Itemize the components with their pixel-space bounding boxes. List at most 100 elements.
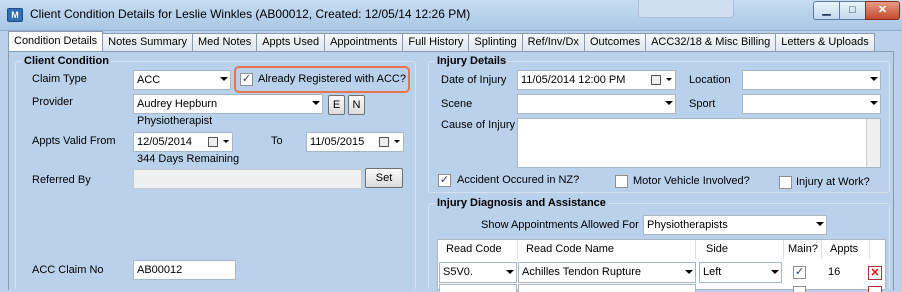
injury-at-work-checkbox[interactable] (779, 176, 792, 189)
acc-claim-no-label: ACC Claim No (32, 264, 104, 276)
new-row-main-checkbox[interactable] (793, 286, 806, 292)
tab-med-notes[interactable]: Med Notes (192, 33, 258, 51)
chevron-down-icon (220, 77, 228, 81)
calendar-icon (208, 137, 218, 147)
tab-acc-billing[interactable]: ACC32/18 & Misc Billing (645, 33, 777, 51)
provider-edit-button[interactable]: E (328, 95, 345, 115)
motor-vehicle-label: Motor Vehicle Involved? (633, 175, 750, 187)
provider-select[interactable]: Audrey Hepburn (133, 94, 323, 114)
calendar-icon (651, 75, 661, 85)
scene-select[interactable] (517, 94, 676, 114)
provider-new-button[interactable]: N (348, 95, 365, 115)
show-appts-select[interactable]: Physiotherapists (643, 215, 827, 235)
acc-claim-no-field[interactable]: AB00012 (133, 260, 236, 280)
delete-row-icon[interactable]: ✕ (868, 266, 882, 280)
tab-condition-details[interactable]: Condition Details (8, 31, 104, 51)
date-of-injury-field[interactable]: 11/05/2014 12:00 PM (517, 70, 676, 90)
show-appts-label: Show Appointments Allowed For (481, 219, 639, 231)
row-read-code-name-select[interactable]: Achilles Tendon Rupture (518, 262, 696, 283)
tab-notes-summary[interactable]: Notes Summary (102, 33, 194, 51)
date-of-injury-label: Date of Injury (441, 74, 507, 86)
diagnosis-grid: Read Code Read Code Name Side Main? Appt… (437, 239, 886, 292)
appts-valid-from-value: 12/05/2014 (137, 136, 193, 148)
delete-new-row-icon[interactable] (868, 286, 882, 292)
row-side: Left (703, 266, 722, 278)
provider-role: Physiotherapist (137, 115, 213, 127)
calendar-icon (379, 137, 389, 147)
tab-strip: Condition Details Notes Summary Med Note… (8, 31, 875, 51)
chevron-down-icon (665, 101, 673, 105)
maximize-button[interactable]: □ (839, 1, 866, 20)
chevron-down-icon (870, 101, 878, 105)
show-appts-value: Physiotherapists (647, 219, 728, 231)
injury-at-work-label: Injury at Work? (796, 176, 870, 188)
close-button[interactable]: ✕ (865, 1, 900, 20)
row-read-code: S5V0. (443, 266, 473, 278)
row-appts-value: 16 (828, 266, 841, 278)
claim-type-select[interactable]: ACC (133, 70, 231, 90)
row-read-code-select[interactable]: S5V0. (439, 262, 517, 283)
chevron-down-icon (312, 101, 320, 105)
appts-valid-from-date[interactable]: 12/05/2014 (133, 132, 233, 152)
row-side-select[interactable]: Left (699, 262, 782, 283)
tab-splinting[interactable]: Splinting (468, 33, 523, 51)
sport-select[interactable] (742, 94, 881, 114)
motor-vehicle-checkbox[interactable] (615, 175, 628, 188)
appts-valid-from-label: Appts Valid From (32, 135, 116, 147)
row-main-checkbox[interactable]: ✓ (793, 266, 806, 279)
location-label: Location (689, 74, 731, 86)
appts-valid-to-date[interactable]: 11/05/2015 (306, 132, 404, 152)
provider-label: Provider (32, 96, 73, 108)
chevron-down-icon (870, 77, 878, 81)
injury-details-title: Injury Details (435, 55, 509, 67)
chevron-down-icon (223, 140, 229, 143)
referred-by-label: Referred By (32, 174, 91, 186)
cause-scrollbar[interactable] (866, 119, 880, 167)
tab-full-history[interactable]: Full History (402, 33, 470, 51)
row-read-code-name: Achilles Tendon Rupture (522, 266, 642, 278)
already-registered-label: Already Registered with ACC? (258, 73, 406, 85)
claim-type-label: Claim Type (32, 73, 87, 85)
chevron-down-icon (506, 270, 514, 274)
accident-nz-checkbox[interactable]: ✓ (438, 174, 451, 187)
column-header-side[interactable]: Side (696, 240, 784, 259)
new-row-read-code-name[interactable] (518, 284, 696, 292)
window-title: Client Condition Details for Leslie Wink… (30, 7, 471, 21)
injury-diagnosis-title: Injury Diagnosis and Assistance (435, 197, 608, 209)
chevron-down-icon (666, 78, 672, 81)
provider-value: Audrey Hepburn (137, 98, 218, 110)
chevron-down-icon (816, 222, 824, 226)
already-registered-checkbox[interactable]: ✓ (240, 73, 253, 86)
chevron-down-icon (394, 140, 400, 143)
cause-of-injury-textarea[interactable] (517, 118, 881, 168)
to-label: To (271, 135, 283, 147)
minimize-button[interactable]: ▁ (813, 1, 840, 20)
client-condition-title: Client Condition (22, 55, 111, 67)
new-row-read-code[interactable] (439, 284, 517, 292)
days-remaining: 344 Days Remaining (137, 153, 240, 165)
column-header-read-code[interactable]: Read Code (438, 240, 518, 259)
column-header-appts[interactable]: Appts (822, 240, 870, 259)
column-header-read-code-name[interactable]: Read Code Name (518, 240, 696, 259)
tab-outcomes[interactable]: Outcomes (583, 33, 647, 51)
column-header-main[interactable]: Main? (784, 240, 822, 259)
tab-appts-used[interactable]: Appts Used (256, 33, 326, 51)
location-select[interactable] (742, 70, 881, 90)
referred-by-set-button[interactable]: Set (365, 168, 403, 188)
cause-of-injury-label: Cause of Injury (441, 119, 515, 131)
claim-type-value: ACC (137, 74, 161, 86)
scene-label: Scene (441, 98, 473, 110)
tab-letters-uploads[interactable]: Letters & Uploads (775, 33, 875, 51)
app-logo-icon: M (7, 8, 23, 22)
appts-valid-to-value: 11/05/2015 (310, 136, 365, 148)
tab-appointments[interactable]: Appointments (324, 33, 404, 51)
accident-nz-label: Accident Occured in NZ? (457, 174, 580, 186)
referred-by-field[interactable] (133, 169, 362, 189)
title-bar-ghost-button (638, 0, 734, 18)
chevron-down-icon (685, 270, 693, 274)
tab-ref-inv-dx[interactable]: Ref/Inv/Dx (521, 33, 585, 51)
chevron-down-icon (771, 270, 779, 274)
title-bar: M Client Condition Details for Leslie Wi… (0, 0, 902, 31)
sport-label: Sport (689, 98, 716, 110)
date-of-injury-value: 11/05/2014 12:00 PM (521, 74, 626, 86)
